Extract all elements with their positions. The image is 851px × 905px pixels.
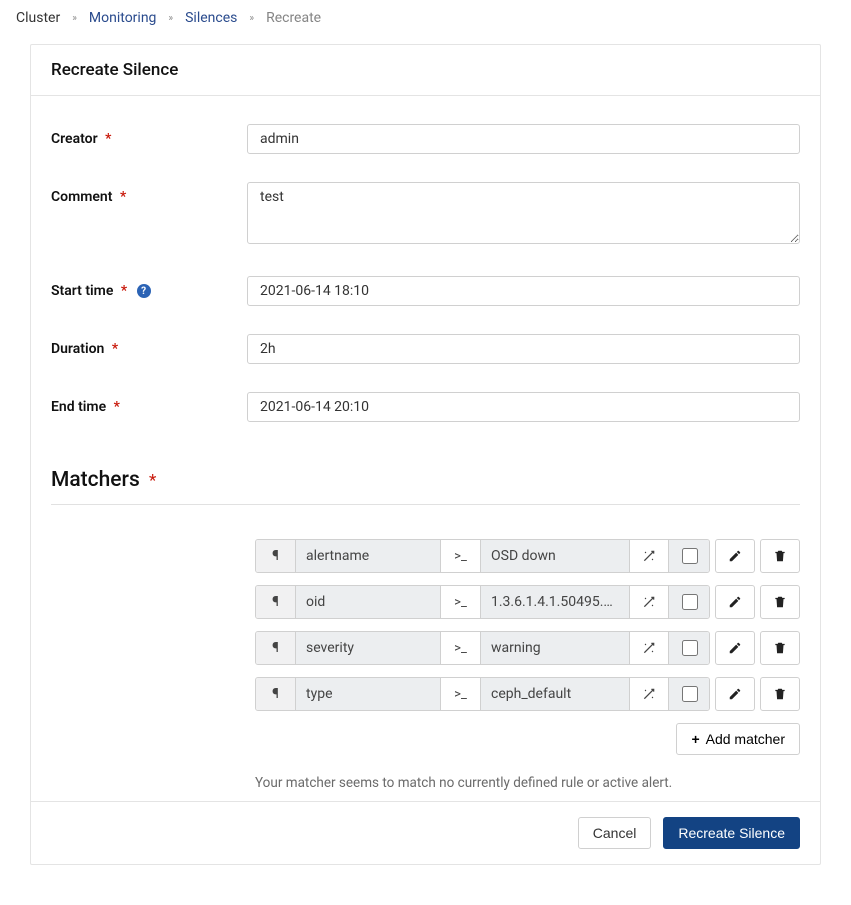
paragraph-icon: ¶ — [256, 540, 296, 572]
breadcrumb-item-silences[interactable]: Silences — [185, 10, 237, 26]
matcher-row: ¶ severity >_ warning — [255, 631, 800, 665]
required-icon: * — [120, 189, 126, 205]
required-icon: * — [121, 283, 127, 299]
comment-input[interactable]: test — [247, 182, 800, 244]
terminal-icon: >_ — [441, 540, 481, 572]
matcher-row: ¶ oid >_ 1.3.6.1.4.1.50495.15.1. ... — [255, 585, 800, 619]
creator-input[interactable] — [247, 124, 800, 154]
regex-icon — [629, 678, 669, 710]
matcher-regex-checkbox[interactable] — [682, 548, 698, 564]
required-icon: * — [149, 471, 156, 491]
matcher-regex-checkbox[interactable] — [682, 594, 698, 610]
paragraph-icon: ¶ — [256, 678, 296, 710]
help-icon[interactable]: ? — [137, 284, 151, 298]
start-time-label: Start time * ? — [51, 276, 247, 306]
terminal-icon: >_ — [441, 586, 481, 618]
terminal-icon: >_ — [441, 678, 481, 710]
edit-matcher-button[interactable] — [715, 631, 755, 665]
delete-matcher-button[interactable] — [760, 677, 800, 711]
recreate-silence-button[interactable]: Recreate Silence — [663, 817, 800, 849]
matcher-regex-checkbox[interactable] — [682, 640, 698, 656]
card-title: Recreate Silence — [31, 45, 820, 96]
matcher-name: type — [296, 678, 441, 710]
creator-label: Creator * — [51, 124, 247, 154]
cancel-button[interactable]: Cancel — [578, 817, 652, 849]
chevron-right-icon: » — [168, 13, 173, 24]
paragraph-icon: ¶ — [256, 632, 296, 664]
required-icon: * — [112, 341, 118, 357]
regex-icon — [629, 632, 669, 664]
matcher-warning: Your matcher seems to match no currently… — [255, 775, 800, 791]
matcher-value: warning — [481, 632, 629, 664]
breadcrumb-item-cluster: Cluster — [16, 10, 60, 26]
edit-matcher-button[interactable] — [715, 677, 755, 711]
matcher-row: ¶ alertname >_ OSD down — [255, 539, 800, 573]
add-matcher-button[interactable]: + Add matcher — [676, 723, 800, 755]
matcher-value: 1.3.6.1.4.1.50495.15.1. ... — [481, 586, 629, 618]
matcher-name: severity — [296, 632, 441, 664]
recreate-silence-card: Recreate Silence Creator * Comment * tes… — [30, 44, 821, 865]
end-time-input[interactable] — [247, 392, 800, 422]
regex-icon — [629, 540, 669, 572]
start-time-input[interactable] — [247, 276, 800, 306]
terminal-icon: >_ — [441, 632, 481, 664]
matchers-heading: Matchers * — [51, 468, 800, 505]
duration-input[interactable] — [247, 334, 800, 364]
matcher-regex-checkbox[interactable] — [682, 686, 698, 702]
duration-label: Duration * — [51, 334, 247, 364]
plus-icon: + — [691, 731, 699, 747]
breadcrumb-item-monitoring[interactable]: Monitoring — [89, 10, 157, 26]
end-time-label: End time * — [51, 392, 247, 422]
delete-matcher-button[interactable] — [760, 539, 800, 573]
chevron-right-icon: » — [249, 13, 254, 24]
breadcrumb: Cluster » Monitoring » Silences » Recrea… — [16, 10, 835, 26]
matcher-row: ¶ type >_ ceph_default — [255, 677, 800, 711]
matcher-value: ceph_default — [481, 678, 629, 710]
comment-label: Comment * — [51, 182, 247, 248]
delete-matcher-button[interactable] — [760, 585, 800, 619]
matcher-value: OSD down — [481, 540, 629, 572]
matcher-name: oid — [296, 586, 441, 618]
delete-matcher-button[interactable] — [760, 631, 800, 665]
required-icon: * — [105, 131, 111, 147]
paragraph-icon: ¶ — [256, 586, 296, 618]
chevron-right-icon: » — [72, 13, 77, 24]
matcher-name: alertname — [296, 540, 441, 572]
regex-icon — [629, 586, 669, 618]
breadcrumb-item-current: Recreate — [266, 10, 321, 26]
edit-matcher-button[interactable] — [715, 585, 755, 619]
edit-matcher-button[interactable] — [715, 539, 755, 573]
required-icon: * — [114, 399, 120, 415]
